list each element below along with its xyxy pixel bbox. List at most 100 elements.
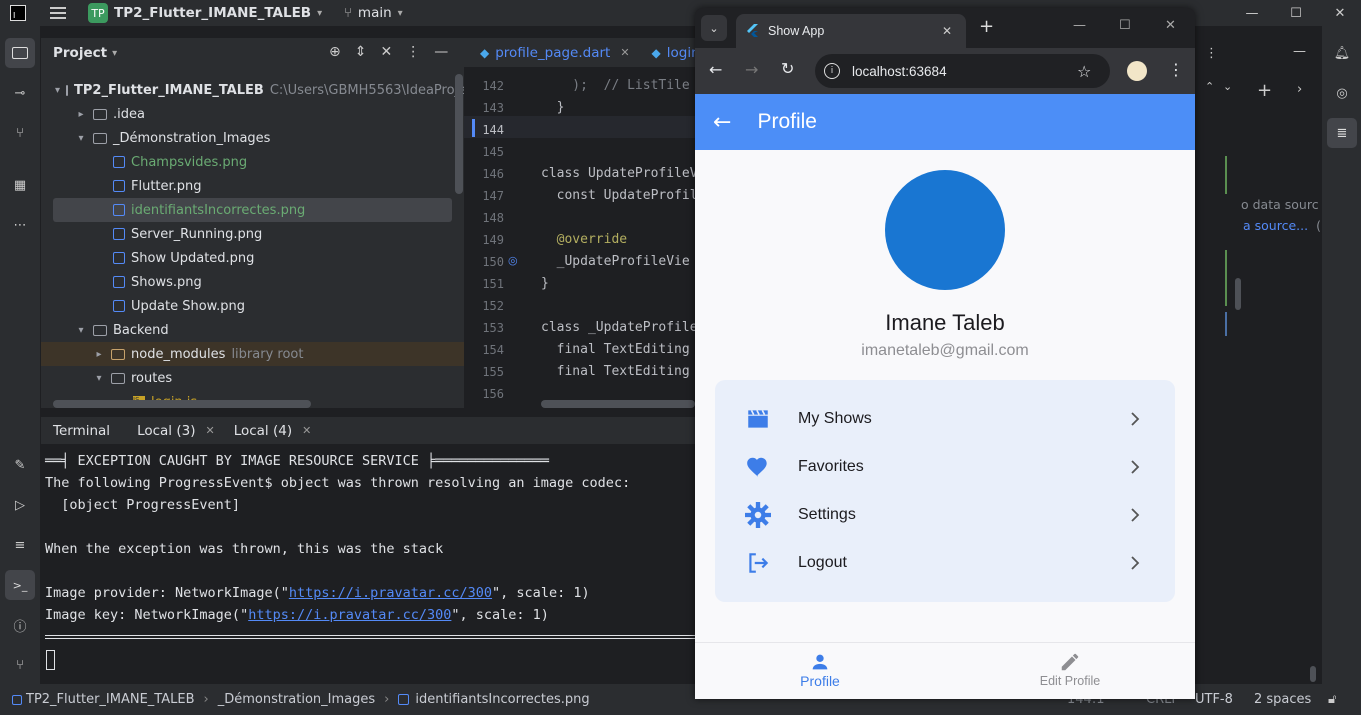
tree-item-file[interactable]: Shows.png [41, 270, 464, 294]
database-tool-icon[interactable]: ≣ [1327, 118, 1357, 148]
close-tab-icon[interactable]: ✕ [942, 24, 952, 38]
ai-assistant-icon[interactable]: ◎ [1327, 78, 1357, 108]
chevron-down-icon: ▾ [78, 132, 84, 144]
project-switcher[interactable]: TP2_Flutter_IMANE_TALEB [114, 5, 311, 21]
browser-menu-icon[interactable]: ⋮ [1168, 60, 1184, 79]
tree-item-demo-images[interactable]: ▾ _Démonstration_Images [41, 126, 464, 150]
panel-scrollbar[interactable] [1235, 278, 1241, 310]
more-tools-icon[interactable]: ⋯ [5, 210, 35, 240]
reload-icon[interactable]: ↻ [781, 59, 794, 78]
structure-tool-icon[interactable]: ▦ [5, 170, 35, 200]
readonly-lock-icon[interactable]: 🔓︎ [1328, 692, 1336, 707]
locate-file-icon[interactable]: ⊕ [329, 44, 341, 60]
terminal-cursor[interactable] [46, 650, 55, 670]
tree-root[interactable]: ▾ TP2_Flutter_IMANE_TALEB C:\Users\GBMH5… [41, 78, 464, 102]
indent-setting[interactable]: 2 spaces [1254, 692, 1311, 707]
close-tab-icon[interactable]: ✕ [302, 424, 311, 437]
tree-item-file[interactable]: Server_Running.png [41, 222, 464, 246]
problems-tool-icon[interactable]: ⓘ [5, 610, 35, 640]
terminal-title[interactable]: Terminal [53, 423, 110, 439]
project-panel-title[interactable]: Project [53, 45, 107, 61]
nav-item-edit-profile[interactable]: Edit Profile [945, 651, 1195, 688]
address-bar[interactable]: i localhost:63684 ☆ [815, 54, 1110, 88]
tree-item-file[interactable]: Flutter.png [41, 174, 464, 198]
close-window-icon[interactable]: ✕ [1318, 6, 1361, 21]
close-tab-icon[interactable]: ✕ [620, 46, 629, 59]
tree-item-routes[interactable]: ▾ routes [41, 366, 464, 390]
code-editor: ◆ profile_page.dart ✕ ◆ login 142 ); // … [464, 38, 700, 408]
tree-item-node-modules[interactable]: ▸ node_modules library root [41, 342, 464, 366]
vcs-tool-icon[interactable]: ⑂ [5, 118, 35, 148]
terminal-tab-local-3[interactable]: Local (3) [137, 423, 195, 439]
project-hscrollbar[interactable] [53, 400, 311, 408]
terminal-url-link[interactable]: https://i.pravatar.cc/300 [248, 607, 451, 623]
forward-icon[interactable]: → [745, 60, 758, 79]
close-tab-icon[interactable]: ✕ [205, 424, 214, 437]
ide-logo-icon[interactable]: I [10, 5, 26, 21]
main-menu-icon[interactable] [50, 7, 66, 19]
options-icon[interactable]: ⋮ [1205, 46, 1218, 61]
commit-tool-icon[interactable]: ⊸ [5, 78, 35, 108]
chevron-right-icon: ▸ [96, 348, 102, 360]
tree-item-file[interactable]: Update Show.png [41, 294, 464, 318]
url-text: localhost:63684 [852, 63, 947, 79]
back-icon[interactable]: ← [709, 60, 722, 79]
run-tool-icon[interactable]: ▷ [5, 490, 35, 520]
branch-switcher[interactable]: main [358, 5, 392, 21]
tree-item-backend[interactable]: ▾ Backend [41, 318, 464, 342]
project-vscrollbar[interactable] [455, 74, 463, 194]
minimize-window-icon[interactable]: — [1073, 18, 1086, 33]
new-tab-icon[interactable]: + [979, 16, 994, 37]
chevron-right-icon[interactable]: › [1297, 82, 1302, 97]
browser-tab-show-app[interactable]: Show App ✕ [736, 14, 966, 48]
project-badge[interactable]: TP [88, 3, 108, 23]
tree-item-file[interactable]: Show Updated.png [41, 246, 464, 270]
minimize-window-icon[interactable]: — [1230, 6, 1274, 21]
close-window-icon[interactable]: ✕ [1165, 18, 1176, 33]
menu-item-settings[interactable]: Settings [715, 491, 1175, 539]
maximize-window-icon[interactable]: ☐ [1274, 6, 1318, 21]
file-encoding[interactable]: UTF-8 [1195, 692, 1233, 707]
tree-item-file[interactable]: Champsvides.png [41, 150, 464, 174]
override-marker-icon[interactable]: ◎ [508, 254, 518, 267]
line-number: 142 [482, 79, 504, 93]
notifications-icon[interactable]: 🔔︎ [1327, 38, 1357, 68]
editor-body[interactable]: 142 ); // ListTile 143 } 144 145 146 cla… [464, 76, 695, 408]
add-data-source-link[interactable]: a source... [1243, 218, 1308, 233]
breadcrumb-folder[interactable]: _Démonstration_Images [218, 692, 375, 707]
flutter-inspector-icon[interactable]: ✎ [5, 450, 35, 480]
breadcrumb-file[interactable]: identifiantsIncorrectes.png [415, 692, 589, 707]
line-number: 145 [482, 145, 504, 159]
back-arrow-icon[interactable]: ← [713, 110, 731, 135]
bookmark-star-icon[interactable]: ☆ [1077, 62, 1091, 81]
hide-panel-icon[interactable]: — [1293, 44, 1306, 59]
terminal-output[interactable]: ══╡ EXCEPTION CAUGHT BY IMAGE RESOURCE S… [41, 452, 695, 684]
todo-tool-icon[interactable]: ≡ [5, 530, 35, 560]
tree-item-file-selected[interactable]: identifiantsIncorrectes.png [53, 198, 452, 222]
add-icon[interactable]: + [1257, 80, 1272, 101]
terminal-url-link[interactable]: https://i.pravatar.cc/300 [289, 585, 492, 601]
branch-icon: ⑂ [344, 5, 352, 21]
terminal-tool-icon[interactable]: >_ [5, 570, 35, 600]
terminal-scrollbar[interactable] [1310, 666, 1316, 682]
tree-item-label: node_modules [131, 346, 226, 362]
tab-search-button[interactable]: ⌄ [701, 15, 727, 41]
breadcrumb-project[interactable]: TP2_Flutter_IMANE_TALEB [26, 692, 195, 707]
options-icon[interactable]: ⋮ [406, 44, 420, 60]
profile-avatar-icon[interactable] [1127, 61, 1147, 81]
menu-item-favorites[interactable]: Favorites [715, 443, 1175, 491]
git-tool-icon[interactable]: ⑂ [5, 650, 35, 680]
hide-panel-icon[interactable]: — [434, 44, 448, 60]
collapse-all-icon[interactable]: ✕ [380, 44, 392, 60]
terminal-tab-local-4[interactable]: Local (4) [234, 423, 292, 439]
maximize-window-icon[interactable]: ☐ [1119, 18, 1131, 33]
expand-all-icon[interactable]: ⇕ [355, 44, 367, 60]
site-info-icon[interactable]: i [824, 63, 840, 79]
menu-item-logout[interactable]: Logout [715, 539, 1175, 587]
project-tool-icon[interactable] [5, 38, 35, 68]
editor-tab-profile-page[interactable]: profile_page.dart [495, 45, 610, 61]
nav-item-profile[interactable]: Profile [695, 651, 945, 689]
tree-item-idea[interactable]: ▸ .idea [41, 102, 464, 126]
menu-item-my-shows[interactable]: My Shows [715, 395, 1175, 443]
editor-hscrollbar[interactable] [541, 400, 695, 408]
